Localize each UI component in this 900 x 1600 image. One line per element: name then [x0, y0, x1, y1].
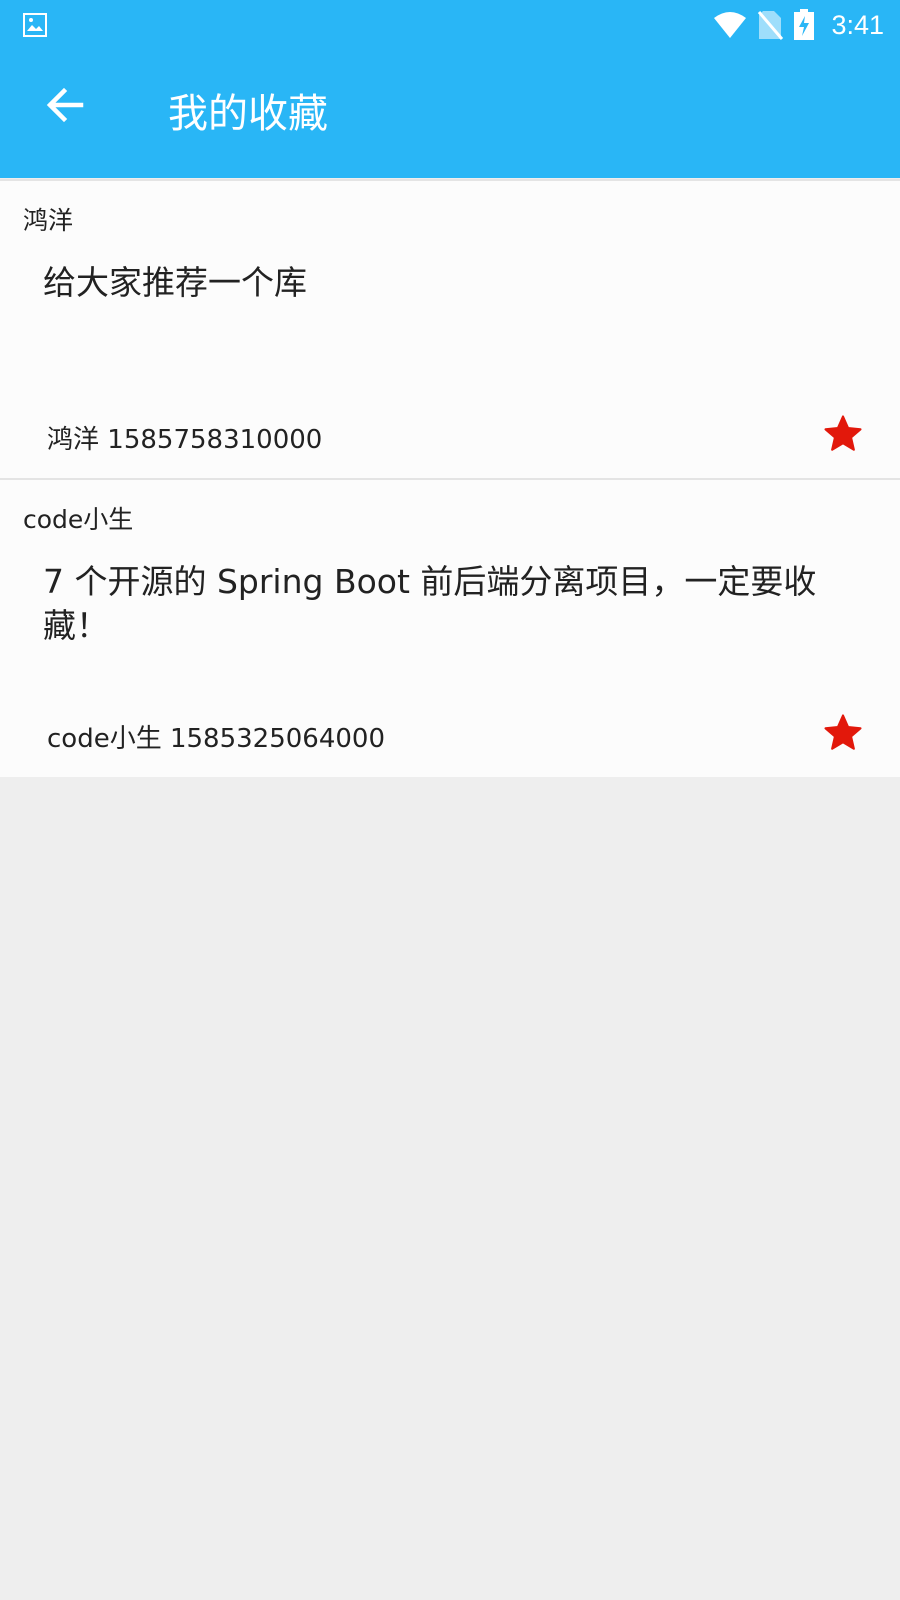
favorite-card[interactable]: 鸿洋 给大家推荐一个库 鸿洋 1585758310000: [0, 179, 900, 478]
star-filled-icon: [824, 415, 862, 451]
favorite-star-button[interactable]: [818, 409, 868, 459]
status-time: 3:41: [831, 9, 884, 40]
app-bar: [0, 50, 900, 178]
meta-timestamp: 1585325064000: [169, 724, 386, 754]
status-icons: 3:41: [713, 0, 884, 50]
meta-timestamp: 1585758310000: [107, 425, 323, 455]
favorite-card[interactable]: code小生 7 个开源的 Spring Boot 前后端分离项目，一定要收藏！…: [0, 478, 900, 777]
card-title: 给大家推荐一个库: [43, 263, 307, 302]
page-title: 我的收藏: [168, 91, 328, 137]
image-notification-icon: [23, 13, 47, 37]
meta-author: 鸿洋: [47, 425, 100, 455]
card-author: 鸿洋: [23, 206, 74, 235]
favorite-star-button[interactable]: [818, 708, 868, 758]
meta-author: code小生: [47, 724, 162, 754]
empty-area: [0, 778, 900, 1600]
card-title: 7 个开源的 Spring Boot 前后端分离项目，一定要收藏！: [43, 562, 817, 645]
card-meta: code小生 1585325064000: [47, 718, 385, 755]
no-sim-icon: [758, 11, 784, 40]
card-meta: 鸿洋 1585758310000: [47, 419, 322, 456]
wifi-icon: [714, 12, 747, 38]
status-bar: 3:41: [0, 0, 900, 50]
favorites-list: 鸿洋 给大家推荐一个库 鸿洋 1585758310000 code小生 7 个开…: [0, 179, 900, 777]
arrow-back-icon: [46, 87, 84, 123]
star-filled-icon: [824, 714, 862, 750]
battery-charging-icon: [794, 9, 815, 40]
back-button[interactable]: [30, 70, 100, 140]
card-author: code小生: [23, 505, 134, 534]
